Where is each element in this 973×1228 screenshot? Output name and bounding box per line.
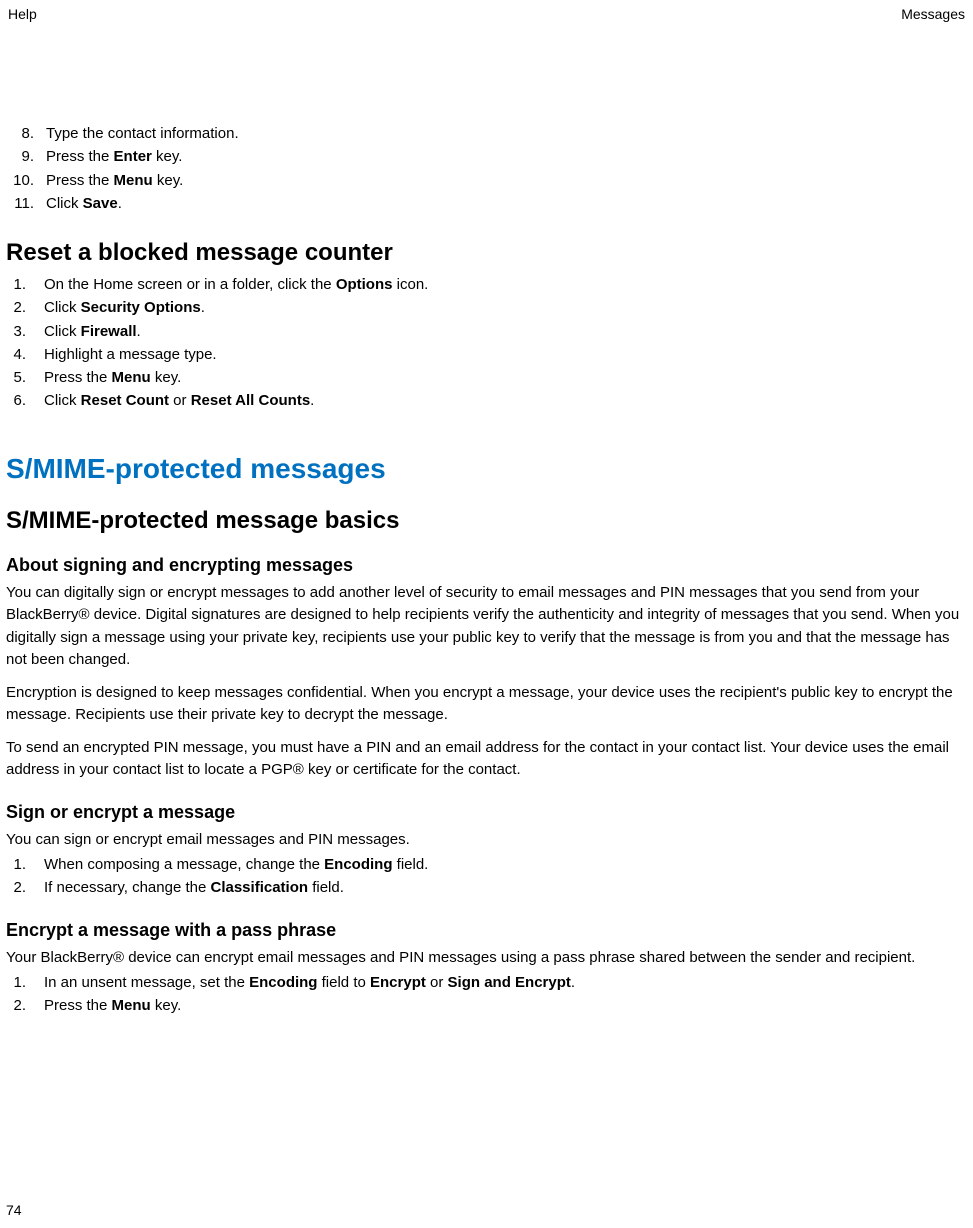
basics-heading: S/MIME-protected message basics — [6, 507, 967, 535]
about-heading: About signing and encrypting messages — [6, 555, 967, 576]
step-number: 5. — [6, 366, 44, 389]
reset-heading: Reset a blocked message counter — [6, 239, 967, 267]
sign-heading: Sign or encrypt a message — [6, 802, 967, 823]
chapter-heading: S/MIME-protected messages — [6, 453, 967, 485]
list-item: 2.If necessary, change the Classificatio… — [6, 876, 967, 899]
list-item: 2.Click Security Options. — [6, 296, 967, 319]
list-item: 2.Press the Menu key. — [6, 994, 967, 1017]
step-number: 1. — [6, 853, 44, 876]
list-item: 11.Click Save. — [6, 192, 967, 215]
list-item: 1.In an unsent message, set the Encoding… — [6, 971, 967, 994]
step-number: 3. — [6, 320, 44, 343]
step-text: Type the contact information. — [46, 122, 239, 145]
step-number: 6. — [6, 389, 44, 412]
encrypt-intro: Your BlackBerry® device can encrypt emai… — [6, 947, 967, 970]
step-text: Click Reset Count or Reset All Counts. — [44, 389, 314, 412]
list-item: 6.Click Reset Count or Reset All Counts. — [6, 389, 967, 412]
step-number: 10. — [6, 169, 46, 192]
step-number: 1. — [6, 971, 44, 994]
list-item: 5.Press the Menu key. — [6, 366, 967, 389]
step-text: Press the Enter key. — [46, 145, 182, 168]
step-number: 8. — [6, 122, 46, 145]
step-number: 11. — [6, 192, 46, 215]
step-text: Click Save. — [46, 192, 122, 215]
sign-intro: You can sign or encrypt email messages a… — [6, 829, 967, 852]
header-right: Messages — [901, 6, 965, 22]
step-text: Press the Menu key. — [46, 169, 183, 192]
step-text: Highlight a message type. — [44, 343, 217, 366]
about-paragraph-2: Encryption is designed to keep messages … — [6, 682, 967, 727]
step-text: When composing a message, change the Enc… — [44, 853, 428, 876]
encrypt-steps-list: 1.In an unsent message, set the Encoding… — [6, 971, 967, 1018]
step-number: 2. — [6, 994, 44, 1017]
list-item: 4.Highlight a message type. — [6, 343, 967, 366]
step-text: Click Firewall. — [44, 320, 141, 343]
about-paragraph-3: To send an encrypted PIN message, you mu… — [6, 737, 967, 782]
list-item: 1.On the Home screen or in a folder, cli… — [6, 273, 967, 296]
step-text: Press the Menu key. — [44, 994, 181, 1017]
step-text: In an unsent message, set the Encoding f… — [44, 971, 575, 994]
page-number: 74 — [6, 1202, 22, 1218]
sign-steps-list: 1.When composing a message, change the E… — [6, 853, 967, 900]
about-paragraph-1: You can digitally sign or encrypt messag… — [6, 582, 967, 672]
step-number: 2. — [6, 296, 44, 319]
list-item: 3.Click Firewall. — [6, 320, 967, 343]
list-item: 10.Press the Menu key. — [6, 169, 967, 192]
step-text: On the Home screen or in a folder, click… — [44, 273, 428, 296]
step-number: 2. — [6, 876, 44, 899]
list-item: 1.When composing a message, change the E… — [6, 853, 967, 876]
step-text: If necessary, change the Classification … — [44, 876, 344, 899]
top-steps-list: 8.Type the contact information.9.Press t… — [6, 122, 967, 215]
list-item: 9.Press the Enter key. — [6, 145, 967, 168]
list-item: 8.Type the contact information. — [6, 122, 967, 145]
step-text: Press the Menu key. — [44, 366, 181, 389]
step-text: Click Security Options. — [44, 296, 205, 319]
header-left: Help — [8, 6, 37, 22]
reset-steps-list: 1.On the Home screen or in a folder, cli… — [6, 273, 967, 413]
step-number: 4. — [6, 343, 44, 366]
encrypt-heading: Encrypt a message with a pass phrase — [6, 920, 967, 941]
step-number: 9. — [6, 145, 46, 168]
step-number: 1. — [6, 273, 44, 296]
